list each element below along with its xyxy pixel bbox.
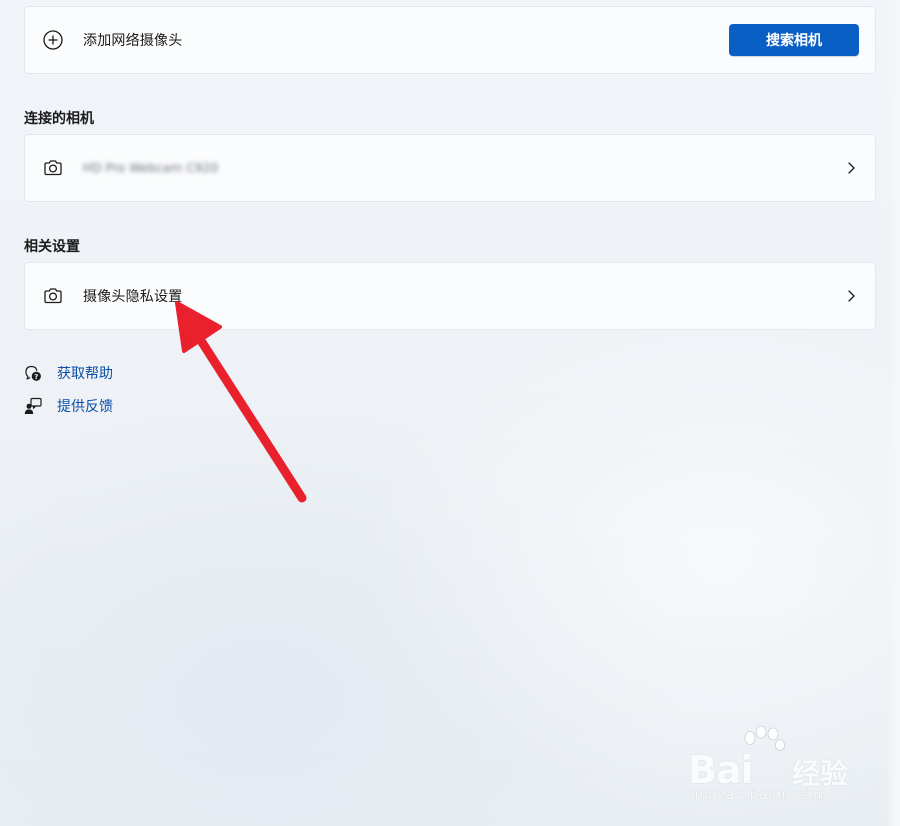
red-arrow-annotation	[175, 301, 307, 503]
watermark-brand-cn: 经验	[792, 757, 849, 790]
watermark-brand: Bai	[688, 748, 754, 792]
watermark-url: jingyan.baidu.com	[690, 788, 827, 803]
baidu-jingyan-watermark: Bai 经验 jingyan.baidu.com	[688, 726, 858, 810]
